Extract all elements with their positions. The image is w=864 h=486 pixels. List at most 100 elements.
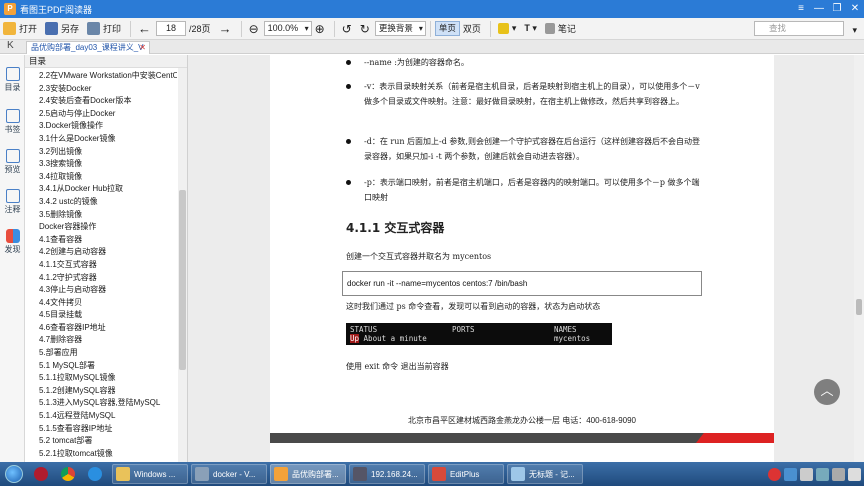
search-input[interactable]: 查找: [754, 21, 844, 36]
outline-item[interactable]: 4.3停止与启动容器: [25, 284, 177, 297]
taskbar-app[interactable]: Windows ...: [112, 464, 188, 484]
outline-item[interactable]: 3.4.1从Docker Hub拉取: [25, 183, 177, 196]
outline-item[interactable]: 2.5启动与停止Docker: [25, 108, 177, 121]
outline-item[interactable]: 5.1.2创建MySQL容器: [25, 385, 177, 398]
outline-item[interactable]: 2.4安装后查看Docker版本: [25, 95, 177, 108]
zoom-in-button[interactable]: ⊕: [312, 20, 328, 38]
outline-item[interactable]: 5.2.1拉取tomcat镜像: [25, 448, 177, 461]
print-button[interactable]: 打印: [84, 20, 124, 38]
printer-icon: [87, 22, 101, 35]
saveas-button[interactable]: 另存: [42, 20, 82, 38]
outline-item[interactable]: 4.1查看容器: [25, 234, 177, 247]
taskbar-app[interactable]: 品优购部署...: [270, 464, 346, 484]
rotate-right-button[interactable]: ↻: [357, 20, 373, 38]
outline-item[interactable]: 3.1什么是Docker镜像: [25, 133, 177, 146]
ime-icon[interactable]: [768, 467, 781, 481]
settings-icon[interactable]: [832, 467, 845, 481]
outline-item[interactable]: 2.3安装Docker: [25, 83, 177, 96]
zoom-select[interactable]: 100.0%: [263, 21, 312, 36]
document-scrollbar[interactable]: [854, 55, 864, 462]
close-button[interactable]: ✕: [846, 0, 864, 18]
taskbar-pin[interactable]: [31, 464, 55, 484]
outline-item[interactable]: 4.7删除容器: [25, 334, 177, 347]
command-box: docker run -it --name=mycentos centos:7 …: [342, 271, 702, 296]
document-viewport: --name :为创建的容器命名。 -v：表示目录映射关系（前者是宿主机目录，后…: [188, 55, 854, 462]
menu-icon[interactable]: ≡: [792, 0, 810, 18]
outline-item[interactable]: 4.2创建与启动容器: [25, 246, 177, 259]
back-to-top-button[interactable]: ︿: [814, 379, 840, 405]
collapse-sidebar-icon[interactable]: K: [7, 40, 14, 51]
terminal-col-status: STATUS: [350, 325, 378, 334]
expand-tray-icon[interactable]: [848, 467, 861, 481]
folder-icon: [116, 467, 130, 481]
notes-button[interactable]: 笔记: [542, 20, 579, 38]
outline-item[interactable]: 5.1.5查看容器IP地址: [25, 423, 177, 436]
search-icon[interactable]: ▾: [849, 21, 860, 39]
taskbar-pin[interactable]: [85, 464, 109, 484]
outline-item[interactable]: Docker容器操作: [25, 221, 177, 234]
taskbar-app-label: EditPlus: [450, 469, 480, 479]
close-tab-icon[interactable]: ✕: [139, 42, 146, 54]
outline-item[interactable]: 3.4.2 ustc的镜像: [25, 196, 177, 209]
taskbar-app[interactable]: EditPlus: [428, 464, 504, 484]
outline-item[interactable]: 5.2 tomcat部署: [25, 435, 177, 448]
taskbar-app[interactable]: 192.168.24...: [349, 464, 425, 484]
open-button[interactable]: 打开: [0, 20, 40, 38]
taskbar-app[interactable]: docker - V...: [191, 464, 267, 484]
single-page-button[interactable]: 单页: [434, 21, 460, 36]
double-page-button[interactable]: 双页: [460, 20, 484, 38]
outline-item[interactable]: 3.3搜索镜像: [25, 158, 177, 171]
prev-page-button[interactable]: ←: [135, 20, 154, 38]
outline-item[interactable]: 4.4文件拷贝: [25, 297, 177, 310]
zoom-out-button[interactable]: ⊖: [246, 20, 262, 38]
discover-icon: [5, 229, 20, 243]
rail-bookmarks[interactable]: 书签: [0, 109, 25, 135]
next-page-button[interactable]: →: [216, 20, 235, 38]
rail-preview[interactable]: 预览: [0, 149, 25, 175]
background-dropdown[interactable]: 更换背景: [374, 21, 426, 36]
rotate-left-button[interactable]: ↺: [339, 20, 355, 38]
outline-item[interactable]: 3.5删除镜像: [25, 209, 177, 222]
outline-item[interactable]: 5.1.4远程登陆MySQL: [25, 410, 177, 423]
taskbar-pin[interactable]: [58, 464, 82, 484]
page-total: /28页: [189, 24, 211, 34]
outline-item[interactable]: 2.2在VMware Workstation中安装CentO: [25, 70, 177, 83]
maximize-button[interactable]: ❐: [828, 0, 846, 18]
language-icon[interactable]: [784, 467, 797, 481]
outline-panel: 目录 2.2在VMware Workstation中安装CentO 2.3安装Do…: [25, 55, 188, 462]
mic-icon[interactable]: [800, 467, 813, 481]
outline-item[interactable]: 4.1.1交互式容器: [25, 259, 177, 272]
scrollbar-thumb[interactable]: [856, 299, 862, 315]
minimize-button[interactable]: —: [810, 0, 828, 18]
exit-text: 使用 exit 命令 退出当前容器: [346, 362, 449, 371]
outline-item[interactable]: 3.Docker镜像操作: [25, 120, 177, 133]
outline-item[interactable]: 5.部署应用: [25, 347, 177, 360]
highlighter-button[interactable]: ▾: [495, 20, 520, 38]
taskbar-app[interactable]: 无标题 - 记...: [507, 464, 583, 484]
outline-item[interactable]: 3.2列出镜像: [25, 146, 177, 159]
outline-item[interactable]: 4.6查看容器IP地址: [25, 322, 177, 335]
outline-item[interactable]: 4.5目录挂载: [25, 309, 177, 322]
outline-item[interactable]: 3.4拉取镜像: [25, 171, 177, 184]
taskbar-app-label: docker - V...: [213, 469, 256, 479]
annotation-icon: [5, 189, 20, 203]
outline-item[interactable]: 5.1 MySQL部署: [25, 360, 177, 373]
page-number-input[interactable]: 18: [156, 21, 187, 36]
outline-item[interactable]: 4.1.2守护式容器: [25, 272, 177, 285]
after-command-text: 这时我们通过 ps 命令查看，发现可以看到启动的容器，状态为启动状态: [346, 302, 601, 311]
start-button[interactable]: [0, 462, 28, 486]
network-icon[interactable]: [816, 467, 829, 481]
outline-item[interactable]: 5.1.1拉取MySQL镜像: [25, 372, 177, 385]
text-tool-button[interactable]: T ▾: [521, 20, 540, 38]
rail-annotations[interactable]: 注释: [0, 189, 25, 215]
rail-discover[interactable]: 发现: [0, 229, 25, 255]
document-tab[interactable]: 品优购部署_day03_课程讲义_V ✕: [26, 41, 150, 54]
outline-scrollbar[interactable]: [178, 68, 187, 462]
rail-outline[interactable]: 目录: [0, 67, 25, 93]
scrollbar-thumb[interactable]: [179, 190, 186, 370]
taskbar-app-label: Windows ...: [134, 469, 176, 479]
outline-item[interactable]: 5.1.3进入MySQL容器,登陆MySQL: [25, 397, 177, 410]
footer-stripe-accent: [696, 433, 774, 443]
bullet-dot: [346, 139, 351, 144]
terminal-icon: [353, 467, 367, 481]
